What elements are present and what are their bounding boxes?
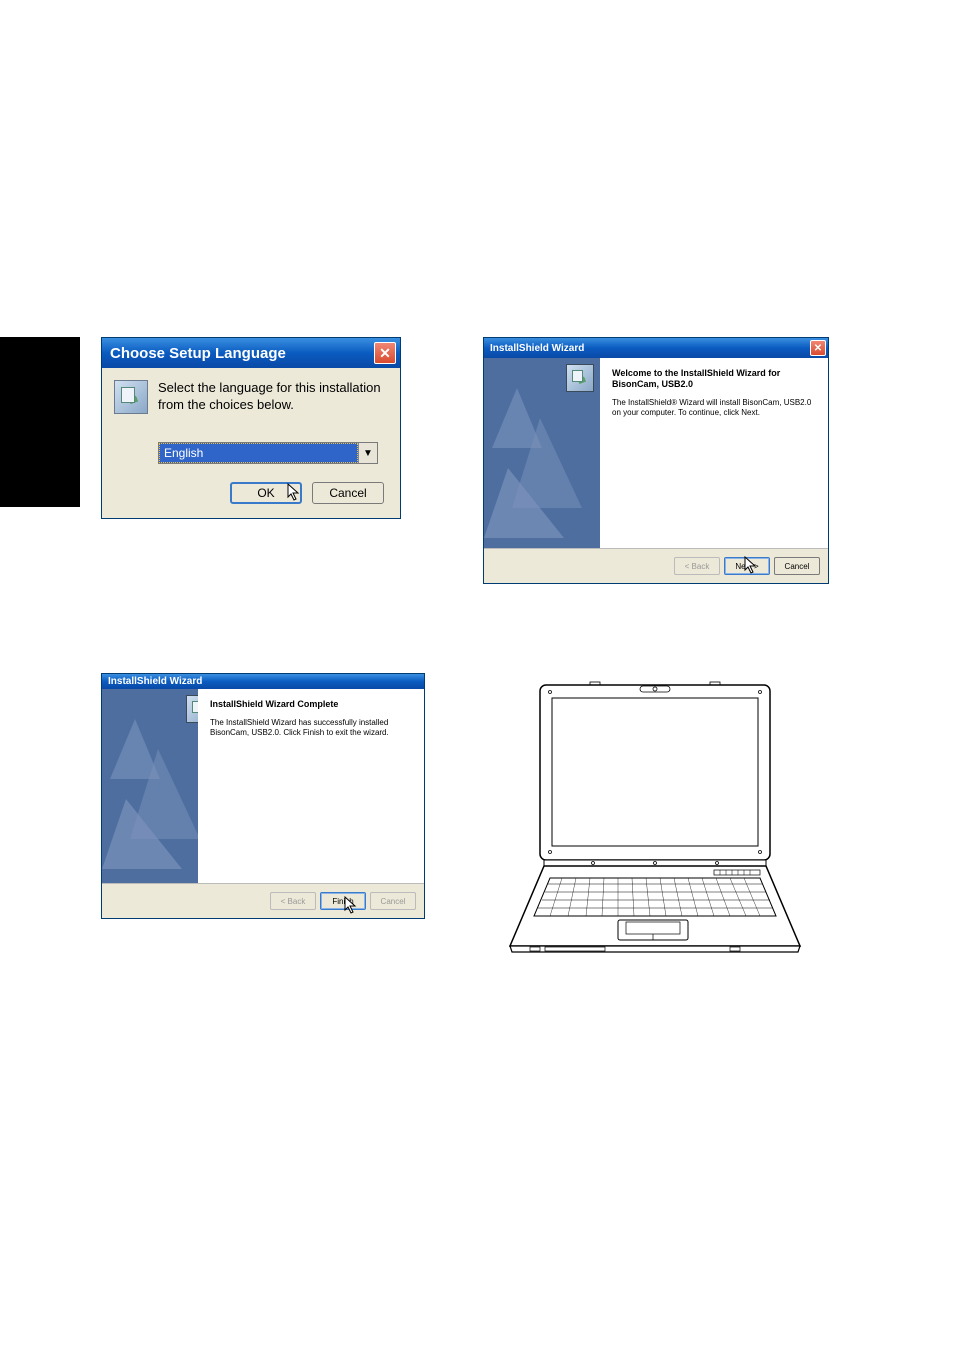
- installer-icon: [114, 380, 148, 414]
- installshield-complete-dialog: InstallShield Wizard InstallShield Wizar…: [101, 673, 425, 919]
- next-button[interactable]: Next >: [724, 557, 770, 575]
- back-button: < Back: [270, 892, 316, 910]
- wizard-body: Welcome to the InstallShield Wizard for …: [484, 358, 828, 548]
- black-side-tab: [0, 337, 80, 507]
- laptop-illustration: [490, 680, 830, 960]
- wizard-heading: Welcome to the InstallShield Wizard for …: [612, 368, 816, 390]
- wizard-heading: InstallShield Wizard Complete: [210, 699, 412, 710]
- close-icon[interactable]: ✕: [810, 340, 826, 356]
- cancel-button[interactable]: Cancel: [312, 482, 384, 504]
- dialog-button-row: OK Cancel: [114, 482, 388, 504]
- dialog-title: Choose Setup Language: [110, 345, 286, 362]
- wizard-footer: < Back Finish Cancel: [102, 883, 424, 918]
- wizard-body: InstallShield Wizard Complete The Instal…: [102, 689, 424, 883]
- close-icon[interactable]: ✕: [374, 342, 396, 364]
- installer-icon: [186, 695, 198, 723]
- dropdown-selected-value: English: [159, 443, 358, 463]
- cancel-button: Cancel: [370, 892, 416, 910]
- instruction-text: Select the language for this installatio…: [158, 380, 388, 414]
- cancel-button[interactable]: Cancel: [774, 557, 820, 575]
- wizard-side-graphic: [484, 358, 600, 548]
- choose-setup-language-dialog: Choose Setup Language ✕ Select the langu…: [101, 337, 401, 519]
- titlebar[interactable]: InstallShield Wizard: [102, 674, 424, 689]
- wizard-body-text: The InstallShield® Wizard will install B…: [612, 398, 816, 419]
- wizard-side-graphic: [102, 689, 198, 883]
- titlebar[interactable]: Choose Setup Language ✕: [102, 338, 400, 368]
- ok-button[interactable]: OK: [230, 482, 302, 504]
- chevron-down-icon[interactable]: ▼: [358, 443, 377, 463]
- wizard-main: InstallShield Wizard Complete The Instal…: [198, 689, 424, 883]
- language-dropdown[interactable]: English ▼: [158, 442, 378, 464]
- finish-button[interactable]: Finish: [320, 892, 366, 910]
- document-page: Choose Setup Language ✕ Select the langu…: [0, 0, 954, 1351]
- dialog-body: Select the language for this installatio…: [102, 368, 400, 518]
- wizard-main: Welcome to the InstallShield Wizard for …: [600, 358, 828, 548]
- dialog-title: InstallShield Wizard: [108, 676, 202, 687]
- installshield-welcome-dialog: InstallShield Wizard ✕ Welcome to the In…: [483, 337, 829, 584]
- wizard-footer: < Back Next > Cancel: [484, 548, 828, 583]
- back-button: < Back: [674, 557, 720, 575]
- titlebar[interactable]: InstallShield Wizard ✕: [484, 338, 828, 358]
- wizard-body-text: The InstallShield Wizard has successfull…: [210, 718, 412, 739]
- installer-icon: [566, 364, 594, 392]
- dialog-title: InstallShield Wizard: [490, 343, 584, 354]
